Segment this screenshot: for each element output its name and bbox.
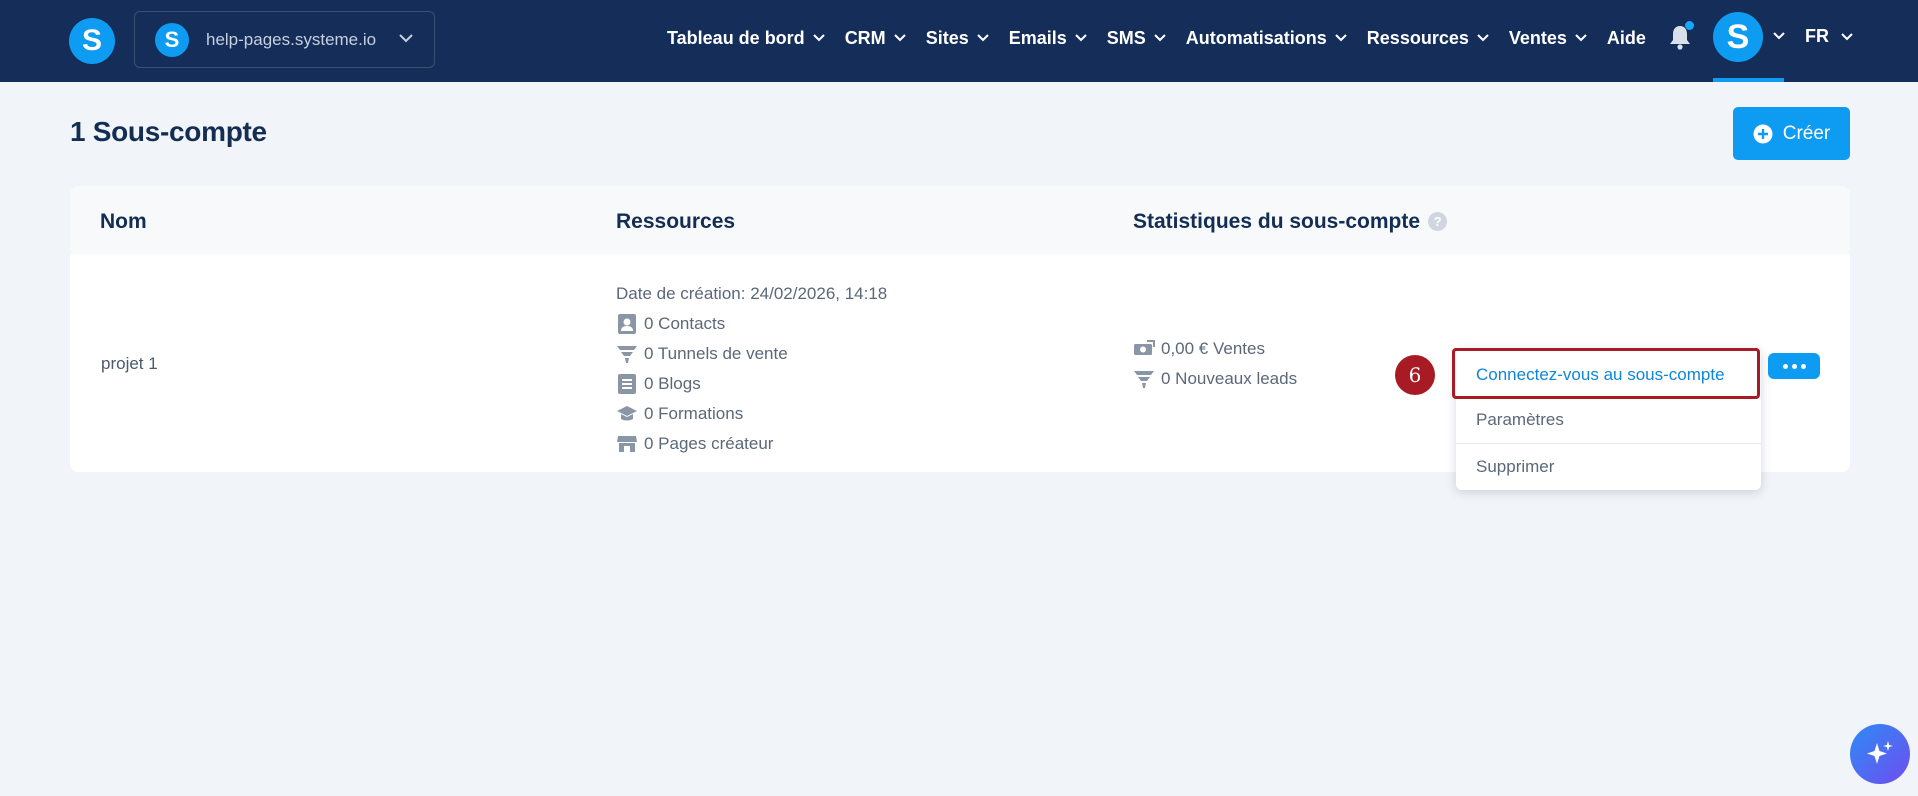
login-to-subaccount-item[interactable]: Connectez-vous au sous-compte [1456,352,1761,398]
ai-assistant-button[interactable] [1850,724,1910,784]
workspace-logo: S [155,23,189,57]
contacts-icon [616,313,638,335]
nav-label: Ressources [1366,27,1469,48]
funnel-icon [616,343,638,365]
column-header-name: Nom [100,210,147,233]
resource-creator-pages: 0 Pages créateur [644,434,774,453]
list-item: 0 Nouveaux leads [1133,364,1297,394]
chevron-down-icon [399,34,413,43]
sparkle-icon [1867,741,1893,764]
more-actions-button[interactable] [1768,353,1820,379]
plus-circle-icon [1753,124,1773,143]
chevron-down-icon[interactable] [1773,32,1785,40]
nav-label: CRM [844,27,886,48]
chevron-down-icon [1154,34,1166,42]
blog-icon [616,373,638,395]
nav-crm[interactable]: CRM [845,28,906,49]
nav-help[interactable]: Aide [1607,28,1646,49]
nav-label: Emails [1008,27,1067,48]
chevron-down-icon [1477,34,1489,42]
nav-label: Automatisations [1185,27,1327,48]
avatar[interactable]: S [1713,12,1763,62]
step-badge: 6 [1395,355,1435,395]
language-selector[interactable]: FR [1805,26,1853,47]
settings-item[interactable]: Paramètres [1456,397,1761,443]
list-item: 0 Tunnels de vente [616,339,887,369]
chevron-down-icon [1075,34,1087,42]
nav-label: Ventes [1508,27,1567,48]
delete-item[interactable]: Supprimer [1456,444,1761,490]
list-item: 0 Pages créateur [616,429,887,459]
nav-dashboard[interactable]: Tableau de bord [667,28,825,49]
list-item: 0 Blogs [616,369,887,399]
nav-emails[interactable]: Emails [1009,28,1087,49]
create-button-label: Créer [1782,122,1831,144]
systeme-logo[interactable]: S [69,18,115,64]
nav-sms[interactable]: SMS [1107,28,1166,49]
funnel-icon [1133,368,1155,390]
page-title: 1 Sous-compte [70,116,267,147]
list-item: 0 Formations [616,399,887,429]
chevron-down-icon [977,34,989,42]
stats-header-label: Statistiques du sous-compte [1133,210,1421,233]
create-button[interactable]: Créer [1733,107,1850,160]
notification-dot [1685,21,1694,30]
main-nav: Tableau de bord CRM Sites Emails SMS Aut… [667,24,1646,52]
avatar-active-indicator [1713,78,1784,82]
creation-date: Date de création: 24/02/2026, 14:18 [616,284,888,303]
resource-courses: 0 Formations [644,404,744,423]
chevron-down-icon [1841,32,1853,40]
stat-new-leads: 0 Nouveaux leads [1161,369,1298,388]
stat-sales: 0,00 € Ventes [1161,339,1265,358]
stats-cell: 0,00 € Ventes 0 Nouveaux leads [1133,334,1297,394]
resource-contacts: 0 Contacts [644,314,726,333]
column-header-stats: Statistiques du sous-compte? [1133,210,1448,234]
nav-sales[interactable]: Ventes [1509,28,1587,49]
top-navbar: S S help-pages.systeme.io Tableau de bor… [0,0,1918,82]
column-header-resources: Ressources [616,210,736,233]
nav-label: SMS [1106,27,1146,48]
list-item: 0,00 € Ventes [1133,334,1297,364]
resource-blogs: 0 Blogs [644,374,701,393]
language-label: FR [1805,26,1829,46]
list-item: 0 Contacts [616,309,887,339]
nav-resources[interactable]: Ressources [1367,28,1489,49]
nav-sites[interactable]: Sites [926,28,989,49]
nav-automations[interactable]: Automatisations [1186,28,1347,49]
resources-cell: Date de création: 24/02/2026, 14:18 0 Co… [616,279,887,459]
nav-label: Tableau de bord [667,27,805,48]
graduation-cap-icon [616,403,638,425]
help-icon[interactable]: ? [1428,212,1448,231]
table-header: Nom Ressources Statistiques du sous-comp… [70,186,1850,254]
workspace-selector[interactable]: S help-pages.systeme.io [134,11,435,68]
actions-dropdown: Connectez-vous au sous-compte Paramètres… [1456,349,1761,490]
chevron-down-icon [1335,34,1347,42]
workspace-name: help-pages.systeme.io [206,30,377,49]
resource-funnels: 0 Tunnels de vente [644,344,788,363]
money-icon [1133,338,1155,360]
subaccount-name: projet 1 [101,354,158,373]
store-icon [616,433,638,455]
nav-label: Sites [925,27,969,48]
chevron-down-icon [1575,34,1587,42]
chevron-down-icon [812,34,825,42]
chevron-down-icon [893,34,906,42]
